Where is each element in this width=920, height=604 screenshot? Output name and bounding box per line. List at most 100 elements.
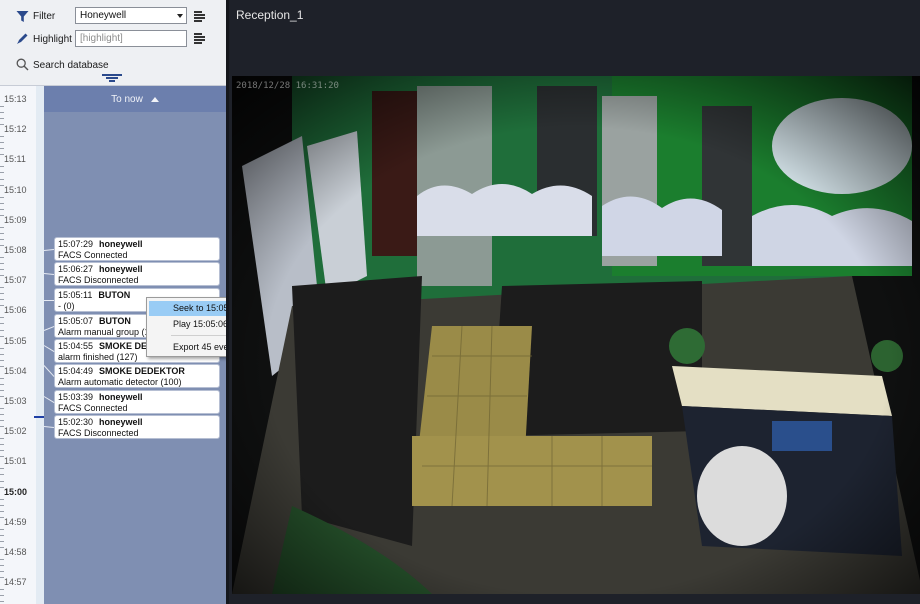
event-time: 15:04:55 [58,341,94,351]
ruler-tick [0,498,4,500]
event-item[interactable]: 15:07:29 honeywell FACS Connected [54,237,220,261]
chevron-up-icon [150,96,159,102]
ruler-time-label: 15:06 [4,305,27,316]
event-time: 15:04:49 [58,366,94,376]
list-menu-icon[interactable] [194,10,206,22]
event-connector-line [43,426,55,428]
ruler-time-label: 15:00 [4,486,28,497]
event-item[interactable]: 15:06:27 honeywell FACS Disconnected [54,262,220,286]
time-ruler[interactable]: 15:13 15:12 15:11 15:10 15:09 15:08 15:07 15:06… [0,86,44,604]
event-connector-line [43,396,55,403]
ruler-tick [0,208,4,210]
event-panel: Filter Honeywell Highlight [highlight] S… [0,0,291,604]
ruler-tick [0,571,4,573]
ruler-tick [0,438,4,440]
event-connector-line [43,326,55,331]
ruler-tick [0,299,4,301]
event-description: FACS Disconnected [58,275,139,285]
ruler-tick [0,589,4,591]
event-connector-line [43,273,55,275]
ruler-time-label: 14:58 [4,547,27,557]
event-time: 15:06:27 [58,264,94,274]
event-connector-line [43,249,55,251]
ruler-tick [0,347,4,349]
ruler-tick [0,329,4,331]
funnel-icon [14,8,30,24]
ruler-tick [0,136,4,138]
ruler-tick [0,504,4,506]
chevron-down-icon [177,14,183,18]
ruler-tick [0,559,4,561]
ruler-tick [0,510,4,512]
search-database-button[interactable]: Search database [33,60,109,71]
ruler-tick [0,601,4,603]
camera-timestamp: 2018/12/28 16:31:20 [236,81,339,91]
event-item[interactable]: 15:02:30 honeywell FACS Disconnected [54,415,220,439]
event-time: 15:02:30 [58,417,94,427]
ruler-tick [0,202,4,204]
event-source: honeywell [99,417,143,427]
highlight-input[interactable]: [highlight] [75,30,187,47]
ruler-tick [0,118,4,120]
ruler-time-label: 14:59 [4,516,27,527]
ruler-tick [0,269,4,271]
event-description: Alarm automatic detector (100) [58,377,182,387]
ruler-tick [0,450,4,452]
ruler-tick [0,263,4,265]
ruler-tick [0,408,4,410]
ruler-tick [0,595,4,597]
ruler-time-label: 15:04 [4,365,27,376]
ruler-tick [0,389,4,391]
event-time: 15:05:11 [58,290,93,300]
ruler-tick [0,238,4,240]
ruler-tick [0,112,4,114]
to-now-label: To now [111,93,143,105]
ruler-tick [0,106,4,108]
ruler-tick [0,166,4,168]
ruler-tick [0,468,4,470]
event-source: BUTON [99,316,131,326]
video-pane: Reception_1 2018/12/28 16:31:20 [226,0,920,604]
ruler-tick [0,317,4,319]
event-description: FACS Disconnected [58,428,139,438]
ruler-tick [0,353,4,355]
filter-label: Filter [33,11,56,22]
ruler-tick [0,196,4,198]
ruler-tick [0,226,4,228]
event-source: BUTON [98,290,131,300]
expand-handle-icon[interactable] [102,74,122,82]
ruler-tick [0,172,4,174]
event-item[interactable]: 15:04:49 SMOKE DEDEKTOR Alarm automatic de… [54,364,220,388]
ruler-time-label: 15:05 [4,335,27,346]
ruler-time-label: 14:57 [4,577,27,588]
ruler-tick [0,474,4,476]
ruler-tick [0,540,4,542]
event-connector-line [44,300,54,301]
ruler-tick [0,444,4,446]
ruler-tick [0,287,4,289]
ruler-tick [0,383,4,385]
ruler-tick [0,257,4,259]
ruler-time-label: 15:01 [4,456,27,467]
ruler-tick [0,565,4,567]
ruler-tick [0,480,4,482]
event-item[interactable]: 15:03:39 honeywell FACS Connected [54,390,220,414]
highlight-menu-icon[interactable] [194,32,206,44]
ruler-tick [0,359,4,361]
camera-feed[interactable]: 2018/12/28 16:31:20 [232,76,920,594]
ruler-time-label: 15:09 [4,214,27,225]
ruler-tick [0,534,4,536]
filter-toolbar: Filter Honeywell Highlight [highlight] S… [0,0,226,86]
event-time: 15:07:29 [58,239,94,249]
event-connector-line [43,345,55,352]
filter-dropdown[interactable]: Honeywell [75,7,187,24]
event-source: SMOKE DEDEKTOR [99,366,185,376]
ruler-time-label: 15:02 [4,426,27,437]
event-source: honeywell [99,239,143,249]
event-description: FACS Connected [58,250,128,260]
magnifier-icon [14,56,30,72]
to-now-button[interactable]: To now [44,86,226,112]
app-window: Filter Honeywell Highlight [highlight] S… [0,0,920,604]
ruler-time-label: 15:12 [4,124,27,135]
ruler-time-label: 15:03 [4,396,27,406]
